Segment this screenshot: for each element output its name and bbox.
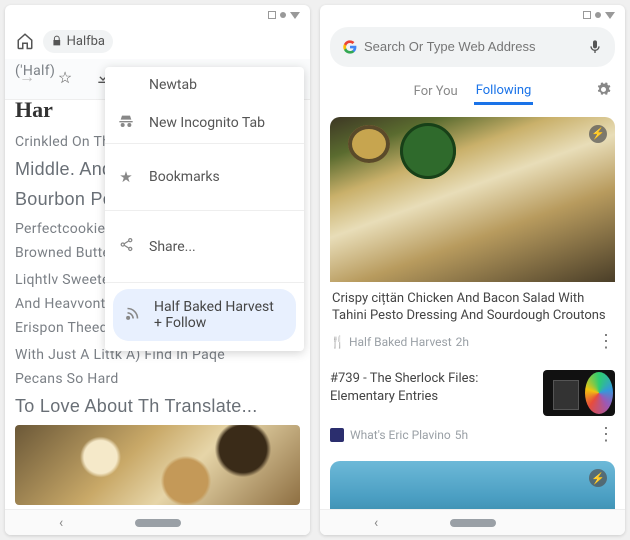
tab-following[interactable]: Following — [474, 79, 534, 105]
search-bar[interactable] — [330, 27, 615, 67]
share-icon — [117, 237, 135, 256]
card-source: Half Baked Harvest — [349, 335, 452, 349]
card-more-button[interactable]: ⋮ — [597, 331, 615, 352]
menu-share[interactable]: Share... — [105, 211, 304, 283]
menu-label: Bookmarks — [149, 169, 220, 185]
menu-label: Share... — [149, 239, 196, 255]
article-image — [15, 425, 300, 505]
bg-line: Pecans So Hard — [15, 369, 300, 390]
card-age: 2h — [456, 335, 469, 349]
card-title: Crispy cițtän Chicken And Bacon Salad Wi… — [330, 282, 615, 329]
feed-tabs: For You Following — [320, 75, 625, 113]
bg-line: To Love About Th Translate... — [15, 393, 300, 420]
feed-card[interactable]: ⚡ Crispy cițtän Chicken And Bacon Salad … — [330, 117, 615, 358]
dot-icon — [595, 12, 601, 18]
card-title: #739 - The Sherlock Files: Elementary En… — [330, 370, 535, 405]
stop-icon — [268, 11, 276, 19]
dropdown-icon — [290, 12, 300, 19]
settings-button[interactable] — [596, 82, 611, 101]
home-button[interactable] — [11, 27, 39, 55]
source-icon — [330, 428, 344, 442]
address-bar[interactable]: Halfba — [43, 30, 113, 53]
card-meta: What's Eric Plavino 5h ⋮ — [330, 422, 615, 451]
incognito-icon — [117, 113, 135, 133]
menu-label: New Incognito Tab — [149, 115, 265, 131]
window-controls — [268, 11, 300, 19]
menu-follow[interactable]: Half Baked Harvest + Follow — [113, 289, 296, 341]
card-image: ⚡ — [330, 117, 615, 282]
tab-for-you[interactable]: For You — [412, 80, 460, 103]
menu-new-tab[interactable]: Newtab — [105, 67, 304, 103]
stop-icon — [583, 11, 591, 19]
amp-icon: ⚡ — [589, 469, 607, 487]
menu-label: Newtab — [149, 77, 197, 93]
url-text: Halfba — [67, 34, 105, 49]
card-age: 5h — [455, 428, 468, 442]
card-meta: 🍴 Half Baked Harvest 2h ⋮ — [330, 329, 615, 358]
menu-incognito[interactable]: New Incognito Tab — [105, 103, 304, 144]
left-phone: Halfba → ☆ ('Half) Har Crinkled On Th Mi… — [5, 5, 310, 535]
menu-label: Half Baked Harvest + Follow — [154, 299, 284, 331]
browser-toolbar: Halfba — [5, 5, 310, 59]
star-icon: ★ — [117, 168, 135, 186]
bg-text: ('Half) — [15, 61, 55, 82]
card-source: What's Eric Plavino — [350, 428, 451, 442]
back-button[interactable]: ‹ — [59, 515, 63, 531]
lock-icon — [51, 35, 63, 47]
home-handle[interactable] — [450, 519, 496, 527]
home-handle[interactable] — [135, 519, 181, 527]
menu-bookmarks[interactable]: ★ Bookmarks — [105, 144, 304, 211]
dropdown-icon — [605, 12, 615, 19]
search-input[interactable] — [364, 39, 581, 54]
amp-icon: ⚡ — [589, 125, 607, 143]
feed-card[interactable]: #739 - The Sherlock Files: Elementary En… — [330, 370, 615, 416]
rss-icon — [125, 306, 140, 325]
overflow-menu: Newtab New Incognito Tab ★ Bookmarks Sha… — [105, 67, 304, 351]
mic-icon[interactable] — [587, 39, 603, 55]
back-button[interactable]: ‹ — [374, 515, 378, 531]
source-icon: 🍴 — [330, 335, 345, 349]
card-thumbnail — [543, 370, 615, 416]
window-controls — [583, 11, 615, 19]
nav-bar: ‹ — [320, 509, 625, 535]
right-phone: For You Following ⚡ Crispy cițtän Chicke… — [320, 5, 625, 535]
nav-bar: ‹ — [5, 509, 310, 535]
card-more-button[interactable]: ⋮ — [597, 424, 615, 445]
google-icon — [342, 39, 358, 55]
dot-icon — [280, 12, 286, 18]
